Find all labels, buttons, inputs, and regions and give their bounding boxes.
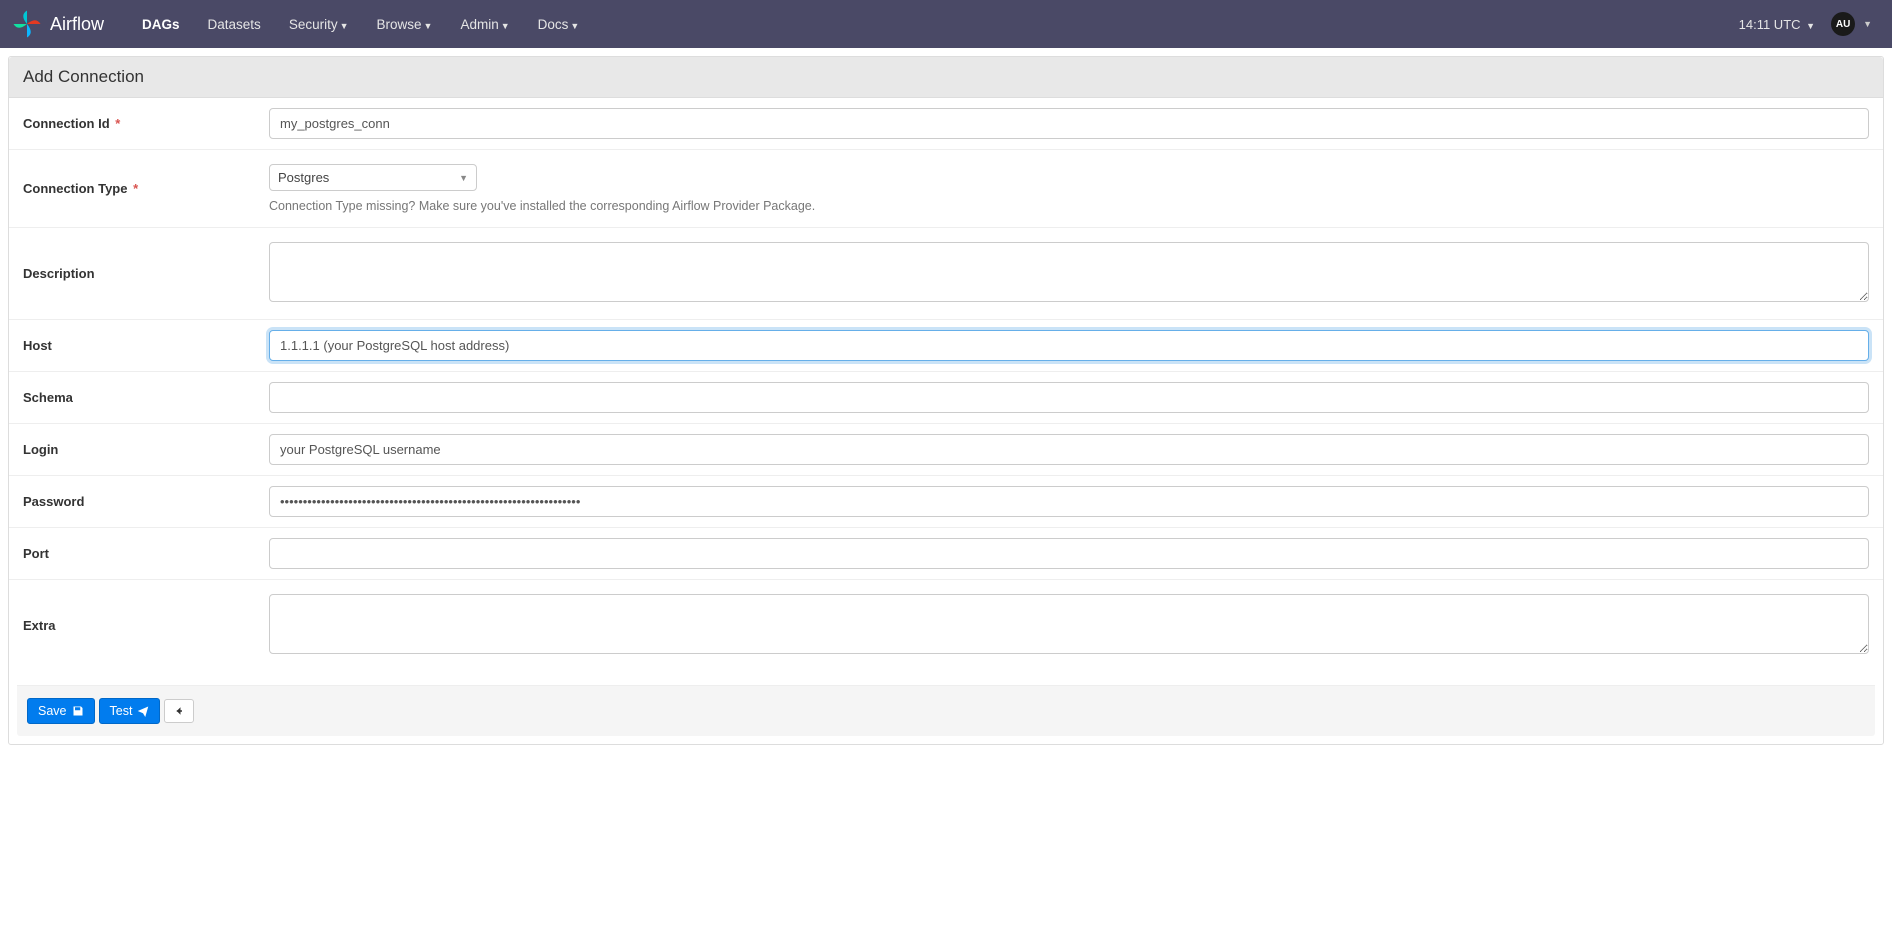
panel-footer: Save Test xyxy=(17,685,1875,736)
label-schema: Schema xyxy=(23,390,73,405)
chevron-down-icon: ▼ xyxy=(570,21,579,31)
paper-plane-icon xyxy=(137,705,149,717)
required-marker: * xyxy=(133,181,138,196)
chevron-down-icon: ▼ xyxy=(340,21,349,31)
nav-docs[interactable]: Docs▼ xyxy=(524,3,594,46)
chevron-down-icon: ▼ xyxy=(424,21,433,31)
connection-type-select[interactable]: Postgres ▼ xyxy=(269,164,477,191)
arrow-left-icon xyxy=(173,705,185,717)
page-title: Add Connection xyxy=(23,67,1869,87)
airflow-logo-icon xyxy=(12,9,42,39)
nav-datasets[interactable]: Datasets xyxy=(194,3,275,46)
brand-link[interactable]: Airflow xyxy=(12,9,104,39)
save-button[interactable]: Save xyxy=(27,698,95,724)
save-icon xyxy=(72,705,84,717)
clock-dropdown[interactable]: 14:11 UTC ▼ xyxy=(1739,17,1815,32)
description-input[interactable] xyxy=(269,242,1869,302)
connection-type-value: Postgres xyxy=(278,170,329,185)
label-connection-type: Connection Type xyxy=(23,181,127,196)
login-input[interactable] xyxy=(269,434,1869,465)
label-extra: Extra xyxy=(23,618,56,633)
label-port: Port xyxy=(23,546,49,561)
nav-admin-label: Admin xyxy=(460,17,498,32)
user-menu[interactable]: AU ▼ xyxy=(1831,12,1872,36)
panel-header: Add Connection xyxy=(9,57,1883,98)
save-button-label: Save xyxy=(38,704,67,718)
nav-admin[interactable]: Admin▼ xyxy=(446,3,523,46)
label-description: Description xyxy=(23,266,95,281)
navbar-right: 14:11 UTC ▼ AU ▼ xyxy=(1739,12,1872,36)
label-password: Password xyxy=(23,494,84,509)
nav-security[interactable]: Security▼ xyxy=(275,3,363,46)
extra-input[interactable] xyxy=(269,594,1869,654)
panel-body: Connection Id * Connection Type * xyxy=(9,98,1883,671)
nav-docs-label: Docs xyxy=(538,17,569,32)
nav-dags[interactable]: DAGs xyxy=(128,3,194,46)
connection-id-input[interactable] xyxy=(269,108,1869,139)
required-marker: * xyxy=(115,116,120,131)
test-button[interactable]: Test xyxy=(99,698,161,724)
brand-text: Airflow xyxy=(50,14,104,35)
form-panel: Add Connection Connection Id * Con xyxy=(8,56,1884,745)
nav-links: DAGs Datasets Security▼ Browse▼ Admin▼ D… xyxy=(128,3,1739,46)
label-host: Host xyxy=(23,338,52,353)
page-container: Add Connection Connection Id * Con xyxy=(0,48,1892,753)
nav-browse-label: Browse xyxy=(377,17,422,32)
chevron-down-icon: ▼ xyxy=(459,173,468,183)
schema-input[interactable] xyxy=(269,382,1869,413)
label-login: Login xyxy=(23,442,58,457)
password-input[interactable] xyxy=(269,486,1869,517)
chevron-down-icon: ▼ xyxy=(1863,19,1872,29)
nav-security-label: Security xyxy=(289,17,338,32)
back-button[interactable] xyxy=(164,699,194,723)
chevron-down-icon: ▼ xyxy=(501,21,510,31)
host-input[interactable] xyxy=(269,330,1869,361)
nav-browse[interactable]: Browse▼ xyxy=(363,3,447,46)
top-navbar: Airflow DAGs Datasets Security▼ Browse▼ … xyxy=(0,0,1892,48)
port-input[interactable] xyxy=(269,538,1869,569)
label-connection-id: Connection Id xyxy=(23,116,110,131)
chevron-down-icon: ▼ xyxy=(1806,21,1815,31)
avatar: AU xyxy=(1831,12,1855,36)
connection-type-help: Connection Type missing? Make sure you'v… xyxy=(269,199,1869,213)
clock-text: 14:11 UTC xyxy=(1739,17,1801,32)
test-button-label: Test xyxy=(110,704,133,718)
